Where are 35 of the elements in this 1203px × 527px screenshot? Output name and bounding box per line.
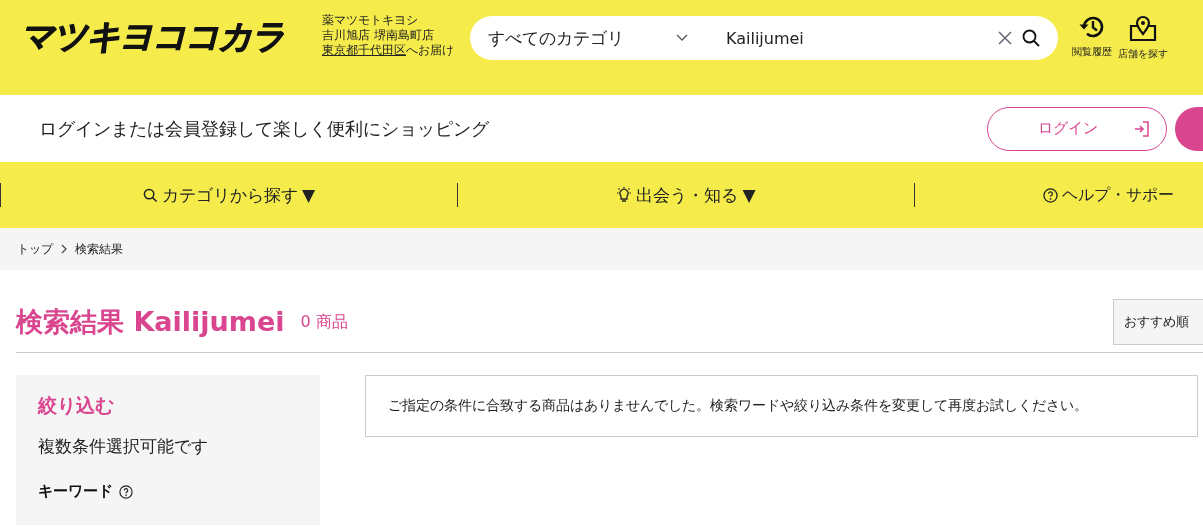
store-name: 吉川旭店 堺南島町店: [322, 28, 435, 43]
search-icon: [142, 187, 158, 203]
lightbulb-icon: [616, 187, 633, 203]
delivery-text: 東京都千代田区へお届け: [322, 43, 455, 58]
chevron-right-icon: [61, 244, 67, 254]
help-icon[interactable]: [119, 484, 133, 499]
map-pin-icon: [1129, 14, 1157, 42]
page-title: 検索結果 Kailijumei: [16, 305, 285, 339]
nav-menu-item[interactable]: 出会う・知る ▼: [458, 183, 914, 207]
history-icon: [1078, 14, 1106, 40]
category-select[interactable]: すべてのカテゴリ: [488, 26, 710, 50]
breadcrumb-link[interactable]: トップ: [17, 240, 53, 258]
no-results-message: ご指定の条件に合致する商品はありませんでした。検索ワードや絞り込み条件を変更して再度お試しください。: [388, 397, 1088, 415]
filter-note: 複数条件選択可能です: [38, 435, 209, 458]
shortcut-button[interactable]: 店舗を探す: [1118, 14, 1168, 61]
store-name: 薬マツモトキヨシ: [322, 13, 419, 28]
keyword-heading: キーワード: [38, 482, 113, 501]
login-icon: [1134, 120, 1150, 137]
breadcrumb-link[interactable]: 検索結果: [75, 240, 123, 258]
search-button[interactable]: [1022, 29, 1040, 47]
help-icon: [1043, 187, 1058, 203]
nav-menu-item[interactable]: カテゴリから探す ▼: [1, 183, 457, 207]
logo[interactable]: マツキヨココカラ: [18, 14, 292, 60]
result-count: 0 商品: [300, 311, 348, 333]
clear-button[interactable]: [998, 31, 1012, 45]
login-prompt: ログインまたは会員登録して楽しく便利にショッピング: [39, 116, 489, 141]
shortcut-button[interactable]: 閲覧履歴: [1072, 14, 1112, 61]
filter-title: 絞り込む: [38, 393, 115, 418]
delivery-area-link[interactable]: 東京都千代田区: [322, 43, 406, 57]
sort-select[interactable]: おすすめ順: [1113, 299, 1203, 345]
register-button[interactable]: [1175, 106, 1203, 151]
search-field[interactable]: Kailijumei: [710, 28, 988, 48]
chevron-down-icon: [676, 34, 688, 42]
nav-menu-item[interactable]: ヘルプ・サポー: [915, 184, 1203, 206]
login-button[interactable]: ログイン: [987, 106, 1167, 151]
